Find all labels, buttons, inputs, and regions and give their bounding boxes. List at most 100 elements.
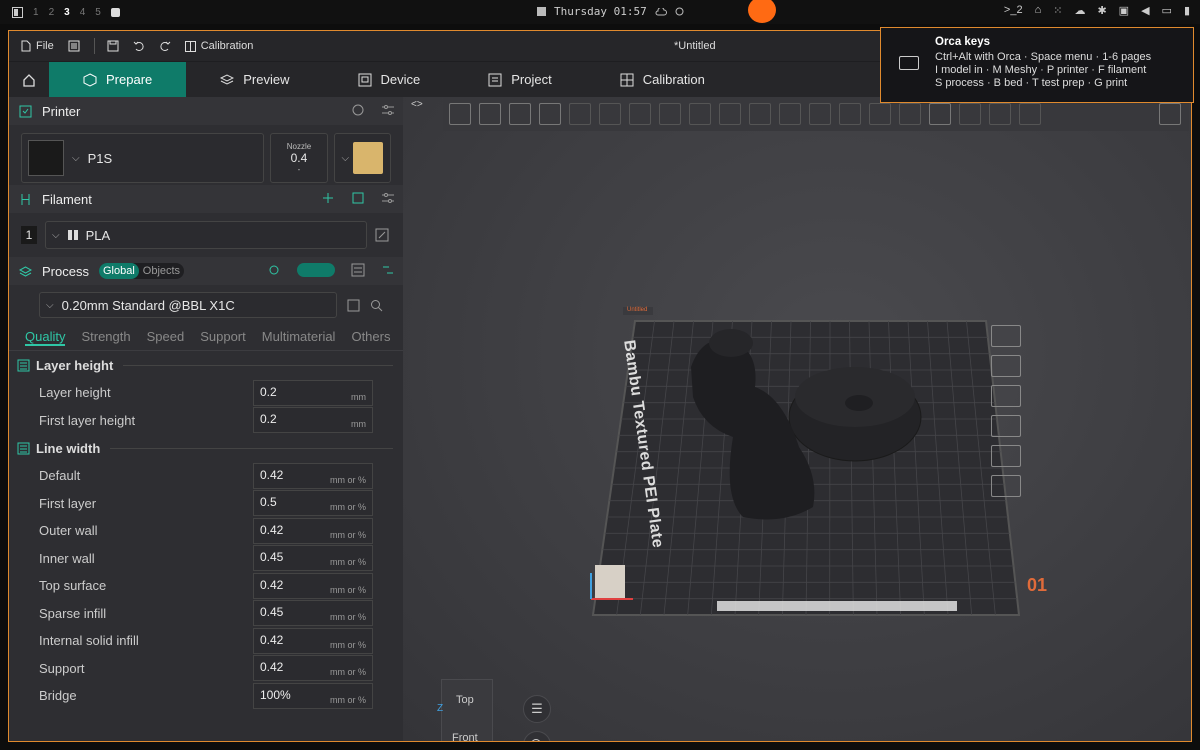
subtab-quality[interactable]: Quality [25, 329, 66, 346]
filament-sync-icon[interactable] [351, 191, 365, 205]
workspace-special-icon[interactable] [110, 7, 120, 17]
orca-keys-notification[interactable]: Orca keys Ctrl+Alt with Orca · Space men… [880, 27, 1194, 103]
process-preset-name: 0.20mm Standard @BBL X1C [61, 297, 235, 313]
plate-type-selector[interactable]: ⌵ [333, 133, 391, 183]
terminal-icon[interactable]: >_2 [1004, 4, 1023, 17]
setting-input[interactable]: 0.45 mm or % [253, 600, 373, 627]
tab-preview[interactable]: Preview [186, 62, 323, 98]
arrange-plate-icon[interactable] [991, 385, 1021, 407]
setting-input[interactable]: 0.42 mm or % [253, 572, 373, 599]
toggle-objects[interactable]: Objects [139, 263, 184, 279]
save-preset-icon[interactable] [347, 299, 360, 312]
orca-slicer-window: File Calibration *Untitled Prepare Previ… [8, 30, 1192, 742]
filament-selector[interactable]: ⌵ PLA [45, 221, 367, 249]
plate-settings-icon[interactable] [991, 445, 1021, 467]
save-button[interactable] [107, 40, 119, 52]
setting-input[interactable]: 0.42 mm or % [253, 627, 373, 654]
workspace-5[interactable]: 5 [95, 7, 101, 18]
lock-plate-icon[interactable] [991, 415, 1021, 437]
tab-project[interactable]: Project [454, 62, 585, 98]
tab-device[interactable]: Device [324, 62, 455, 98]
layer-height-icon [17, 359, 30, 371]
setting-input[interactable]: 0.5 mm or % [253, 490, 373, 517]
filament-row: 1 ⌵ PLA [9, 213, 403, 257]
setting-input[interactable]: 0.42 mm or % [253, 655, 373, 682]
setting-input[interactable]: 0.42 mm or % [253, 517, 373, 544]
monitor-icon[interactable]: ▭ [1162, 4, 1172, 17]
calibration-icon [184, 40, 196, 52]
screen-icon[interactable]: ▣ [1119, 4, 1129, 17]
setting-unit: mm or % [330, 612, 366, 623]
subtab-multimaterial[interactable]: Multimaterial [262, 329, 336, 346]
orient-plate-icon[interactable] [991, 355, 1021, 377]
build-plate[interactable] [403, 97, 1192, 742]
advanced-switch[interactable] [297, 263, 335, 277]
bluetooth-icon[interactable]: ✱ [1097, 4, 1106, 17]
advanced-icon[interactable] [267, 263, 281, 277]
setting-label: Support [39, 660, 85, 676]
subtab-support[interactable]: Support [200, 329, 246, 346]
setting-input[interactable]: 0.2 mm [253, 379, 373, 406]
workspace-2[interactable]: 2 [49, 7, 55, 18]
setting-input[interactable]: 100% mm or % [253, 682, 373, 709]
menu-button[interactable] [68, 40, 80, 52]
printer-thumbnail [28, 140, 64, 176]
sync-icon[interactable] [351, 103, 365, 117]
workspace-4[interactable]: 4 [80, 7, 86, 18]
display-icon[interactable]: ⌂ [1035, 4, 1042, 17]
printer-selector[interactable]: ⌵ P1S [21, 133, 265, 183]
process-list-icon[interactable] [351, 263, 365, 277]
battery-icon[interactable]: ▮ [1184, 4, 1190, 17]
tab-prepare[interactable]: Prepare [49, 61, 187, 98]
subtab-strength[interactable]: Strength [81, 329, 130, 346]
global-objects-toggle[interactable]: Global Objects [98, 263, 185, 279]
redo-button[interactable] [159, 40, 171, 52]
undo-icon [133, 41, 144, 51]
calibration-tab-icon [620, 73, 634, 86]
filament-settings-icon[interactable] [381, 191, 395, 205]
status-orb[interactable] [748, 0, 776, 23]
plate-number: 01 [1027, 575, 1048, 595]
workspace-1[interactable]: 1 [33, 7, 39, 18]
setting-input[interactable]: 0.42 mm or % [253, 462, 373, 489]
home-button[interactable] [9, 73, 49, 87]
nozzle-selector[interactable]: Nozzle 0.4 - [270, 133, 328, 183]
printer-icon [19, 105, 32, 117]
plate-name: Untitled [627, 307, 648, 313]
3d-viewport[interactable]: <> Bambu Textured PEI Plate 01 Untitled … [403, 97, 1192, 742]
layer-height-group-title: Layer height [36, 357, 114, 373]
clock[interactable]: Thursday 01:57 [537, 5, 684, 18]
model-figure-hat [709, 329, 753, 357]
toggle-global[interactable]: Global [98, 263, 139, 279]
tab-calibration[interactable]: Calibration [586, 62, 739, 98]
file-menu[interactable]: File [21, 40, 54, 52]
setting-input[interactable]: 0.45 mm or % [253, 545, 373, 572]
view-cube[interactable]: Top Front [441, 679, 493, 741]
setting-input[interactable]: 0.2 mm [253, 407, 373, 434]
view-cube-top[interactable]: Top [456, 694, 474, 706]
printer-settings-icon[interactable] [381, 103, 395, 117]
menu-round-button[interactable]: ☰ [523, 695, 551, 723]
move-plate-icon[interactable] [991, 475, 1021, 497]
calibration-button[interactable]: Calibration [184, 40, 253, 52]
setting-value: 0.5 [260, 495, 277, 510]
search-icon[interactable] [370, 299, 383, 312]
view-cube-front[interactable]: Front [452, 732, 478, 741]
setting-unit: mm or % [330, 694, 366, 705]
compare-icon[interactable] [381, 263, 395, 277]
add-filament-icon[interactable] [321, 191, 335, 205]
layout-icon[interactable] [12, 6, 23, 18]
process-preset-selector[interactable]: ⌵ 0.20mm Standard @BBL X1C [39, 292, 337, 318]
edit-icon[interactable] [375, 228, 389, 242]
subtab-speed[interactable]: Speed [147, 329, 185, 346]
volume-icon[interactable]: ◀ [1141, 4, 1149, 17]
tab-project-label: Project [511, 72, 552, 87]
subtab-others[interactable]: Others [351, 329, 390, 346]
grid-icon[interactable]: ⁙ [1053, 4, 1062, 17]
file-label: File [36, 40, 54, 52]
remove-plate-icon[interactable] [991, 325, 1021, 347]
tab-preview-label: Preview [243, 72, 290, 87]
undo-button[interactable] [133, 40, 145, 52]
workspace-3[interactable]: 3 [64, 7, 70, 18]
cloud-tray-icon[interactable]: ☁ [1074, 4, 1085, 17]
